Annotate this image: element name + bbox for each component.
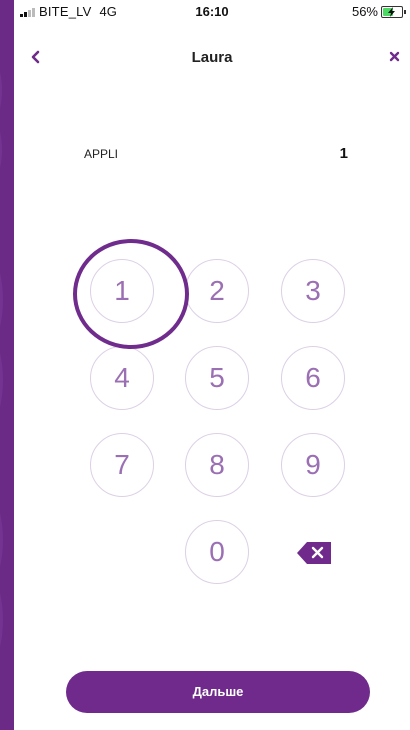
key-4[interactable]: 4: [90, 346, 154, 410]
key-0[interactable]: 0: [185, 520, 249, 584]
backspace-icon[interactable]: [295, 539, 335, 567]
key-7[interactable]: 7: [90, 433, 154, 497]
key-3[interactable]: 3: [281, 259, 345, 323]
close-icon[interactable]: [384, 46, 406, 68]
key-8[interactable]: 8: [185, 433, 249, 497]
key-6[interactable]: 6: [281, 346, 345, 410]
nav-bar: Laura: [14, 40, 410, 76]
highlight-ring: [73, 239, 189, 349]
next-button[interactable]: Дальше: [66, 671, 370, 713]
key-9[interactable]: 9: [281, 433, 345, 497]
status-time: 16:10: [195, 4, 229, 19]
battery-cap: [404, 9, 406, 14]
battery-percent: 56%: [351, 4, 378, 19]
app-screen: BITE_LV 4G 16:10 56% Laura APPLI 1 1 2 3…: [14, 0, 410, 730]
key-2[interactable]: 2: [185, 259, 249, 323]
page-title: Laura: [191, 49, 233, 66]
entry-label: APPLI: [84, 147, 119, 161]
key-5[interactable]: 5: [185, 346, 249, 410]
charging-bolt-icon: [388, 6, 395, 17]
battery-charging-icon: [381, 5, 403, 18]
entry-row: APPLI 1: [14, 143, 410, 165]
entry-value: 1: [339, 145, 348, 162]
status-right: 56%: [352, 4, 406, 19]
status-bar: BITE_LV 4G 16:10 56%: [14, 0, 410, 22]
